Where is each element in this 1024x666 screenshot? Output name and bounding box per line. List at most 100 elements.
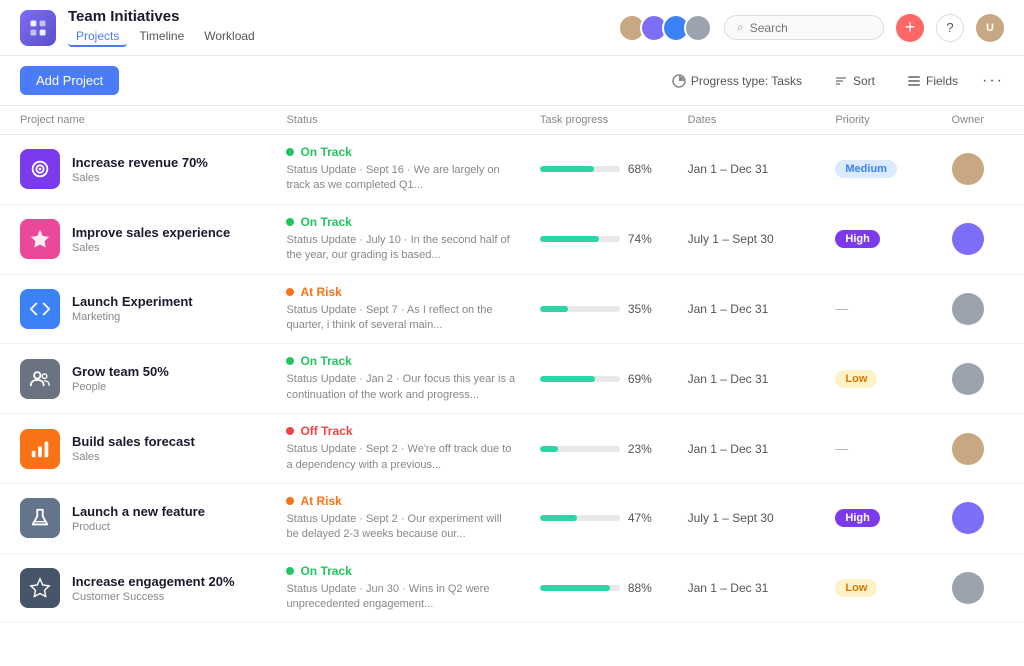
col-dates: Dates (676, 106, 824, 135)
priority-cell: Low (823, 344, 939, 414)
project-icon (20, 149, 60, 189)
status-label: On Track (300, 564, 351, 578)
add-project-button[interactable]: Add Project (20, 66, 119, 95)
project-info: Launch a new feature Product (72, 504, 205, 533)
priority-cell: Medium (823, 135, 939, 205)
progress-bar-fill (540, 446, 558, 452)
owner-avatar (952, 433, 984, 465)
table-row[interactable]: Increase engagement 20% Customer Success… (0, 553, 1024, 623)
priority-cell: — (823, 414, 939, 484)
owner-cell (940, 414, 1024, 484)
status-label: On Track (300, 215, 351, 229)
dates-cell: Jan 1 – Dec 31 (676, 135, 824, 205)
project-cell: Build sales forecast Sales (0, 414, 274, 484)
status-cell: On Track Status Update · Sept 16 · We ar… (274, 135, 527, 205)
project-team: Sales (72, 451, 195, 463)
progress-bar-bg (540, 306, 620, 312)
status-dot (286, 567, 294, 575)
nav-workload[interactable]: Workload (196, 27, 262, 47)
fields-button[interactable]: Fields (899, 70, 966, 92)
project-icon (20, 359, 60, 399)
app-logo (20, 10, 56, 46)
project-team: Marketing (72, 311, 193, 323)
progress-percent: 47% (628, 511, 652, 525)
progress-bar-fill (540, 515, 578, 521)
project-team: Customer Success (72, 591, 235, 603)
priority-cell: High (823, 483, 939, 553)
progress-bar-bg (540, 166, 620, 172)
status-label: On Track (300, 145, 351, 159)
status-dot (286, 148, 294, 156)
project-team: People (72, 381, 169, 393)
owner-cell (940, 344, 1024, 414)
progress-percent: 69% (628, 372, 652, 386)
status-update: Status Update · July 10 · In the second … (286, 233, 515, 264)
project-icon (20, 429, 60, 469)
table-row[interactable]: Build sales forecast Sales Off Track Sta… (0, 414, 1024, 484)
col-progress: Task progress (528, 106, 676, 135)
project-icon (20, 289, 60, 329)
project-info: Increase revenue 70% Sales (72, 155, 208, 184)
project-name: Launch a new feature (72, 504, 205, 519)
status-update: Status Update · Sept 2 · We're off track… (286, 442, 515, 473)
progress-percent: 74% (628, 232, 652, 246)
dates-cell: Jan 1 – Dec 31 (676, 553, 824, 623)
project-info: Build sales forecast Sales (72, 434, 195, 463)
dates-cell: Jan 1 – Dec 31 (676, 274, 824, 344)
status-update: Status Update · Jun 30 · Wins in Q2 were… (286, 582, 515, 613)
project-cell: Improve sales experience Sales (0, 204, 274, 274)
owner-cell (940, 553, 1024, 623)
project-name: Build sales forecast (72, 434, 195, 449)
avatar-group (618, 14, 712, 42)
progress-bar-bg (540, 446, 620, 452)
project-cell: Grow team 50% People (0, 344, 274, 414)
avatar-4 (684, 14, 712, 42)
status-update: Status Update · Sept 16 · We are largely… (286, 163, 515, 194)
project-cell: Launch Experiment Marketing (0, 274, 274, 344)
user-avatar: U (976, 14, 1004, 42)
more-options-button[interactable]: ··· (982, 72, 1004, 90)
project-info: Increase engagement 20% Customer Success (72, 574, 235, 603)
project-cell: Increase engagement 20% Customer Success (0, 553, 274, 623)
table-row[interactable]: Increase revenue 70% Sales On Track Stat… (0, 135, 1024, 205)
progress-bar-bg (540, 236, 620, 242)
status-update: Status Update · Jan 2 · Our focus this y… (286, 372, 515, 403)
projects-table-wrap: Project name Status Task progress Dates … (0, 106, 1024, 623)
table-row[interactable]: Grow team 50% People On Track Status Upd… (0, 344, 1024, 414)
col-status: Status (274, 106, 527, 135)
project-info: Launch Experiment Marketing (72, 294, 193, 323)
priority-badge: — (835, 301, 848, 316)
app-title: Team Initiatives (68, 8, 618, 25)
nav-timeline[interactable]: Timeline (131, 27, 192, 47)
col-owner: Owner (940, 106, 1024, 135)
project-icon (20, 219, 60, 259)
toolbar: Add Project Progress type: Tasks Sort Fi (0, 56, 1024, 106)
owner-avatar (952, 363, 984, 395)
table-row[interactable]: Improve sales experience Sales On Track … (0, 204, 1024, 274)
project-name: Increase revenue 70% (72, 155, 208, 170)
projects-table: Project name Status Task progress Dates … (0, 106, 1024, 623)
status-cell: At Risk Status Update · Sept 7 · As I re… (274, 274, 527, 344)
add-button[interactable]: + (896, 14, 924, 42)
progress-type-button[interactable]: Progress type: Tasks (664, 70, 810, 92)
sort-button[interactable]: Sort (826, 70, 883, 92)
search-box[interactable]: ⌕ (724, 15, 884, 40)
table-row[interactable]: Launch Experiment Marketing At Risk Stat… (0, 274, 1024, 344)
help-button[interactable]: ? (936, 14, 964, 42)
progress-cell: 68% (528, 135, 676, 205)
header-right: ⌕ + ? U (618, 14, 1004, 42)
app-nav: Projects Timeline Workload (68, 27, 618, 47)
progress-cell: 35% (528, 274, 676, 344)
progress-bar-fill (540, 306, 568, 312)
table-row[interactable]: Launch a new feature Product At Risk Sta… (0, 483, 1024, 553)
search-input[interactable] (750, 21, 871, 35)
owner-cell (940, 204, 1024, 274)
status-cell: On Track Status Update · Jun 30 · Wins i… (274, 553, 527, 623)
project-icon (20, 568, 60, 608)
status-dot (286, 497, 294, 505)
status-update: Status Update · Sept 7 · As I reflect on… (286, 303, 515, 334)
progress-bar-fill (540, 585, 610, 591)
project-team: Product (72, 521, 205, 533)
owner-avatar (952, 223, 984, 255)
nav-projects[interactable]: Projects (68, 27, 127, 47)
